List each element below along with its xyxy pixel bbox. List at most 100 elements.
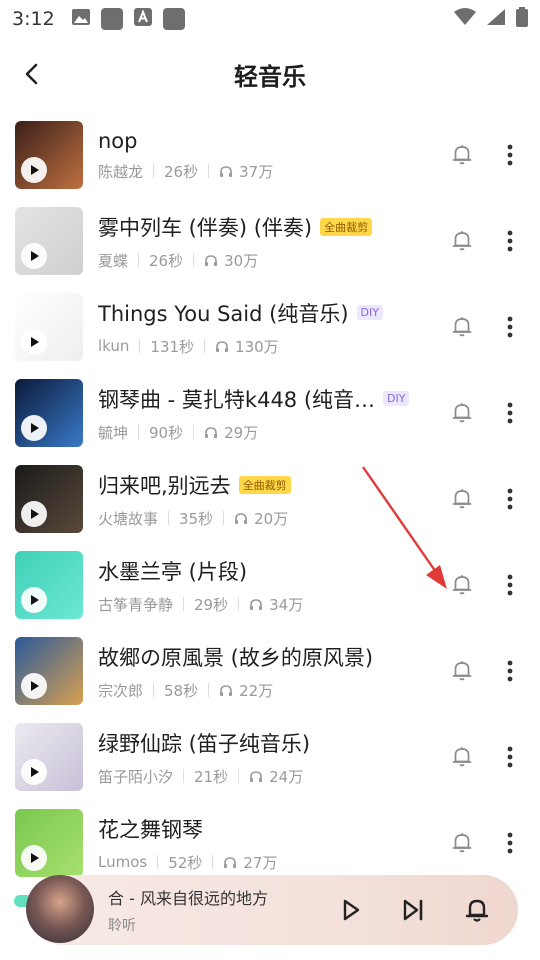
player-ringtone-button[interactable] <box>463 896 491 924</box>
set-ringtone-button[interactable] <box>448 571 476 599</box>
song-duration: 29秒 <box>194 595 229 614</box>
divider <box>153 683 155 697</box>
song-artist: 夏蝶 <box>98 251 129 270</box>
set-ringtone-button[interactable] <box>448 141 476 169</box>
more-vertical-icon <box>507 316 513 338</box>
more-options-button[interactable] <box>500 399 520 427</box>
headphones-icon <box>219 684 233 697</box>
song-badge: 全曲裁剪 <box>320 217 373 236</box>
song-artist: 宗次郎 <box>98 681 144 700</box>
player-info[interactable]: 合 - 风来自很远的地方 聆听 <box>108 885 318 935</box>
status-time: 3:12 <box>12 8 55 30</box>
set-ringtone-button[interactable] <box>448 227 476 255</box>
song-row[interactable]: 故郷の原風景 (故乡的原风景) 宗次郎 58秒 22万 <box>0 628 540 714</box>
song-cover[interactable] <box>15 809 83 877</box>
more-vertical-icon <box>507 660 513 682</box>
song-row[interactable]: 花之舞钢琴 Lumos 52秒 27万 <box>0 800 540 886</box>
divider <box>153 164 155 178</box>
bell-icon <box>452 747 472 767</box>
song-row[interactable]: 雾中列车 (伴奏) (伴奏) 全曲裁剪 夏蝶 26秒 30万 <box>0 198 540 284</box>
song-title-line: 绿野仙踪 (笛子纯音乐) <box>98 728 428 758</box>
set-ringtone-button[interactable] <box>448 657 476 685</box>
more-vertical-icon <box>507 144 513 166</box>
play-icon[interactable] <box>21 157 47 183</box>
bell-icon <box>452 403 472 423</box>
song-cover[interactable] <box>15 465 83 533</box>
song-title: nop <box>98 128 138 153</box>
set-ringtone-button[interactable] <box>448 743 476 771</box>
song-cover[interactable] <box>15 379 83 447</box>
play-button[interactable] <box>337 896 365 924</box>
more-options-button[interactable] <box>500 227 520 255</box>
more-options-button[interactable] <box>500 657 520 685</box>
back-button[interactable] <box>12 54 52 94</box>
mini-player[interactable]: 合 - 风来自很远的地方 聆听 <box>26 875 518 945</box>
play-icon[interactable] <box>21 845 47 871</box>
song-title: 绿野仙踪 (笛子纯音乐) <box>98 731 311 756</box>
more-vertical-icon <box>507 402 513 424</box>
signal-icon <box>486 8 506 30</box>
back-arrow-icon <box>25 63 38 85</box>
wifi-icon <box>454 8 476 30</box>
song-row[interactable]: 水墨兰亭 (片段) 古筝青争静 29秒 34万 <box>0 542 540 628</box>
play-icon[interactable] <box>21 243 47 269</box>
song-title-line: 故郷の原風景 (故乡的原风景) <box>98 642 428 672</box>
song-title: 钢琴曲 - 莫扎特k448 (纯音… <box>98 387 376 412</box>
song-info: 钢琴曲 - 莫扎特k448 (纯音… DIY 毓坤 90秒 29万 <box>98 384 428 443</box>
play-icon[interactable] <box>21 501 47 527</box>
song-cover[interactable] <box>15 293 83 361</box>
song-title-line: 钢琴曲 - 莫扎特k448 (纯音… DIY <box>98 384 428 414</box>
song-row[interactable]: nop 陈越龙 26秒 37万 <box>0 112 540 198</box>
set-ringtone-button[interactable] <box>448 485 476 513</box>
set-ringtone-button[interactable] <box>448 829 476 857</box>
song-info: Things You Said (纯音乐) DIY lkun 131秒 130万 <box>98 298 428 357</box>
play-icon[interactable] <box>21 673 47 699</box>
more-options-button[interactable] <box>500 571 520 599</box>
song-cover[interactable] <box>15 121 83 189</box>
song-cover[interactable] <box>15 207 83 275</box>
next-button[interactable] <box>399 896 427 924</box>
system-icons <box>454 7 528 31</box>
song-cover[interactable] <box>15 551 83 619</box>
song-info: 雾中列车 (伴奏) (伴奏) 全曲裁剪 夏蝶 26秒 30万 <box>98 212 428 271</box>
song-info: nop 陈越龙 26秒 37万 <box>98 129 428 182</box>
song-artist: 古筝青争静 <box>98 595 174 614</box>
play-icon[interactable] <box>21 329 47 355</box>
song-title-line: 水墨兰亭 (片段) <box>98 556 428 586</box>
song-meta: 毓坤 90秒 29万 <box>98 422 428 443</box>
play-icon[interactable] <box>21 587 47 613</box>
play-icon[interactable] <box>21 759 47 785</box>
more-options-button[interactable] <box>500 141 520 169</box>
header: 轻音乐 <box>0 48 540 100</box>
song-meta: 陈越龙 26秒 37万 <box>98 161 428 182</box>
song-duration: 21秒 <box>194 767 229 786</box>
notification-icons <box>71 7 185 31</box>
set-ringtone-button[interactable] <box>448 399 476 427</box>
song-cover[interactable] <box>15 723 83 791</box>
more-vertical-icon <box>507 574 513 596</box>
more-options-button[interactable] <box>500 743 520 771</box>
song-list: nop 陈越龙 26秒 37万 雾中列车 (伴奏) (伴奏) 全曲裁剪 夏蝶 26秒 30万 Th… <box>0 112 540 886</box>
song-title-line: Things You Said (纯音乐) DIY <box>98 298 428 328</box>
song-duration: 90秒 <box>149 423 184 442</box>
player-cover[interactable] <box>26 875 94 943</box>
song-plays: 37万 <box>239 162 274 181</box>
divider <box>139 339 141 353</box>
song-plays: 130万 <box>235 337 279 356</box>
song-row[interactable]: 绿野仙踪 (笛子纯音乐) 笛子陌小汐 21秒 24万 <box>0 714 540 800</box>
more-options-button[interactable] <box>500 485 520 513</box>
set-ringtone-button[interactable] <box>448 313 476 341</box>
more-vertical-icon <box>507 488 513 510</box>
song-duration: 26秒 <box>164 162 199 181</box>
bell-icon <box>452 231 472 251</box>
song-row[interactable]: 归来吧,别远去 全曲裁剪 火塘故事 35秒 20万 <box>0 456 540 542</box>
more-options-button[interactable] <box>500 829 520 857</box>
play-icon[interactable] <box>21 415 47 441</box>
song-row[interactable]: 钢琴曲 - 莫扎特k448 (纯音… DIY 毓坤 90秒 29万 <box>0 370 540 456</box>
song-row[interactable]: Things You Said (纯音乐) DIY lkun 131秒 130万 <box>0 284 540 370</box>
bell-icon <box>452 661 472 681</box>
song-title-line: 归来吧,别远去 全曲裁剪 <box>98 470 428 500</box>
song-badge: DIY <box>356 305 383 320</box>
more-options-button[interactable] <box>500 313 520 341</box>
song-cover[interactable] <box>15 637 83 705</box>
